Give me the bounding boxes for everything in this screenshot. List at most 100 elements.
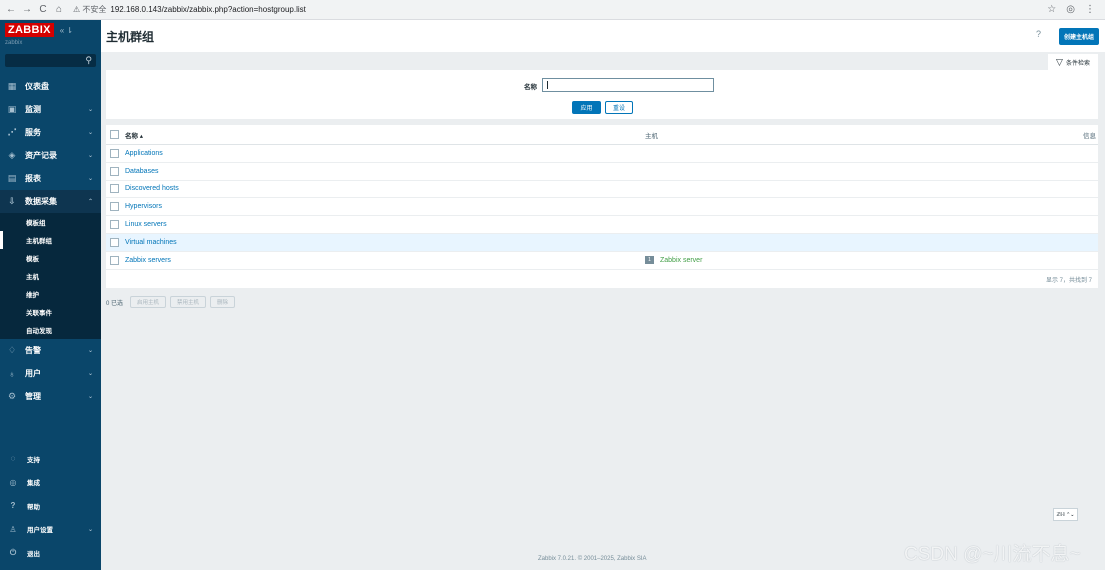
chevron-icon: ⌄ [87, 130, 93, 136]
host-group-link[interactable]: Applications [125, 150, 163, 157]
column-name-sort[interactable]: 名称 ▴ [125, 130, 143, 140]
host-group-link[interactable]: Databases [125, 168, 158, 175]
row-checkbox[interactable] [110, 166, 119, 176]
table-row: Linux servers [106, 216, 1098, 234]
filter-icon: ▽ [1056, 56, 1063, 67]
sidebar-item-support[interactable]: ◌ 支持 [0, 447, 101, 471]
sidebar-item-label: 数据采集 [25, 197, 57, 206]
page-header: 主机群组 ? 创建主机组 [101, 20, 1105, 52]
column-info: 信息 [1083, 132, 1096, 140]
search-icon[interactable]: ⚲ [85, 55, 92, 66]
sidebar-item-monitoring[interactable]: ▣ 监测 ⌄ [0, 98, 101, 121]
chevron-icon: ⌃ [87, 199, 93, 205]
chevron-icon: ⌄ [87, 526, 93, 533]
chevron-icon: ⌄ [87, 107, 93, 113]
watermark: CSDN @~川流不息~ [904, 544, 1081, 565]
profile-icon[interactable]: ◎ [1066, 4, 1075, 15]
help-icon: ? [10, 501, 16, 511]
table-row: Discovered hosts [106, 181, 1098, 199]
submenu-item[interactable]: 自动发现 [0, 321, 101, 339]
zabbix-logo[interactable]: ZABBIX [5, 23, 54, 37]
delete-button[interactable]: 删除 [210, 296, 236, 308]
filter-tab[interactable]: ▽ 条件检索 [1048, 54, 1098, 70]
table-header: 名称 ▴ 主机 信息 [106, 125, 1098, 145]
sidebar-item-label: 报表 [25, 174, 41, 183]
monitoring-icon: ▣ [7, 104, 17, 114]
sidebar-item-label: 资产记录 [25, 151, 57, 160]
back-arrow-icon[interactable]: ← [3, 4, 19, 15]
sidebar-item-users[interactable]: ♁ 用户 ⌄ [0, 362, 101, 385]
chevron-icon: ⌄ [87, 153, 93, 159]
submenu-item[interactable]: 主机群组 [0, 231, 101, 249]
chevron-icon: ⌄ [87, 371, 93, 377]
sidebar-item-user-settings[interactable]: ♙ 用户设置 ⌄ [0, 518, 101, 542]
select-all-checkbox[interactable] [110, 130, 119, 139]
host-group-link[interactable]: Discovered hosts [125, 185, 179, 192]
filter-panel: 名称 应用 重设 [106, 70, 1098, 119]
table-summary: 显示 7，共找到 7 [1045, 278, 1092, 284]
host-group-link[interactable]: Hypervisors [125, 203, 162, 210]
host-link[interactable]: Zabbix server [660, 257, 702, 264]
sidebar-item-alerts[interactable]: ♢ 告警 ⌄ [0, 339, 101, 362]
mass-actions: 0 已选 启用主机 禁用主机 删除 [106, 296, 236, 308]
host-group-link[interactable]: Linux servers [125, 221, 167, 228]
sidebar-item-inventory[interactable]: ◈ 资产记录 ⌄ [0, 144, 101, 167]
forward-arrow-icon[interactable]: → [19, 4, 35, 15]
submenu-item[interactable]: 关联事件 [0, 303, 101, 321]
row-checkbox[interactable] [110, 202, 119, 212]
submenu-item[interactable]: 模板组 [0, 213, 101, 231]
browser-menu-icon[interactable]: ⋮ [1085, 4, 1095, 15]
create-host-group-button[interactable]: 创建主机组 [1058, 28, 1099, 45]
name-filter-input[interactable] [542, 78, 714, 92]
sidebar-item-integrations[interactable]: ◎ 集成 [0, 471, 101, 495]
row-checkbox[interactable] [110, 255, 119, 265]
sidebar-item-services[interactable]: ⋰ 服务 ⌄ [0, 121, 101, 144]
browser-toolbar: ← → C ⌂ ⚠ 不安全 192.168.0.143/zabbix/zabbi… [0, 0, 1105, 20]
sidebar-item-data-collection[interactable]: ⇩ 数据采集 ⌃ [0, 190, 101, 213]
sidebar-item-help[interactable]: ? 帮助 [0, 494, 101, 518]
sidebar-search-input[interactable]: ⚲ [5, 54, 96, 67]
language-select[interactable]: ℤℍ ⌃⌄ [1053, 508, 1078, 521]
integrations-icon: ◎ [9, 477, 17, 487]
help-icon[interactable]: ? [1036, 29, 1041, 39]
bookmark-star-icon[interactable]: ☆ [1047, 4, 1056, 15]
users-icon: ♁ [8, 368, 16, 379]
inventory-icon: ◈ [8, 150, 16, 160]
table-row: Virtual machines [106, 233, 1098, 252]
sidebar-item-label: 管理 [25, 392, 41, 401]
submenu-item[interactable]: 主机 [0, 267, 101, 285]
row-checkbox[interactable] [110, 148, 119, 158]
address-bar[interactable]: ⚠ 不安全 192.168.0.143/zabbix/zabbix.php?ac… [73, 4, 306, 15]
user-settings-icon: ♙ [9, 524, 17, 534]
page-footer: Zabbix 7.0.21. © 2001–2025, Zabbix SIA [538, 556, 647, 562]
collapse-sidebar-icon[interactable]: « ⇂ [60, 26, 73, 35]
enable-hosts-button[interactable]: 启用主机 [130, 296, 167, 308]
alerts-icon: ♢ [7, 345, 17, 355]
sidebar-item-label: 用户设置 [27, 527, 53, 535]
table-row: Zabbix servers 1 Zabbix server [106, 252, 1098, 270]
row-checkbox[interactable] [110, 184, 119, 194]
sidebar-item-reports[interactable]: ▤ 报表 ⌄ [0, 167, 101, 190]
row-checkbox[interactable] [110, 237, 119, 247]
host-group-link[interactable]: Zabbix servers [125, 257, 171, 264]
row-checkbox[interactable] [110, 220, 119, 230]
host-group-link[interactable]: Virtual machines [125, 239, 177, 246]
chevron-icon: ⌄ [87, 394, 93, 400]
sidebar-item-label: 服务 [25, 128, 41, 137]
sidebar-item-sign-out[interactable]: ⏻ 退出 [0, 541, 101, 565]
submenu-item[interactable]: 维护 [0, 285, 101, 303]
reload-icon[interactable]: C [35, 4, 51, 15]
host-count-badge: 1 [645, 256, 654, 265]
home-icon[interactable]: ⌂ [51, 4, 67, 15]
sidebar-item-dashboard[interactable]: ▦ 仪表盘 [0, 75, 101, 98]
sidebar-item-administration[interactable]: ⚙ 管理 ⌄ [0, 385, 101, 408]
sidebar: ZABBIX « ⇂ zabbix ⚲ ▦ 仪表盘 ▣ 监测 ⌄ ⋰ 服务 ⌄ ◈ 资产记录 ⌄ ▤ 报… [0, 20, 101, 570]
selected-count: 0 已选 [106, 300, 124, 307]
submenu-item[interactable]: 模板 [0, 249, 101, 267]
apply-button[interactable]: 应用 [572, 101, 601, 114]
disable-hosts-button[interactable]: 禁用主机 [170, 296, 207, 308]
url-text[interactable]: 192.168.0.143/zabbix/zabbix.php?action=h… [110, 5, 305, 14]
reset-button[interactable]: 重设 [605, 101, 633, 114]
sidebar-item-label: 集成 [27, 480, 40, 488]
support-icon: ◌ [10, 454, 16, 464]
